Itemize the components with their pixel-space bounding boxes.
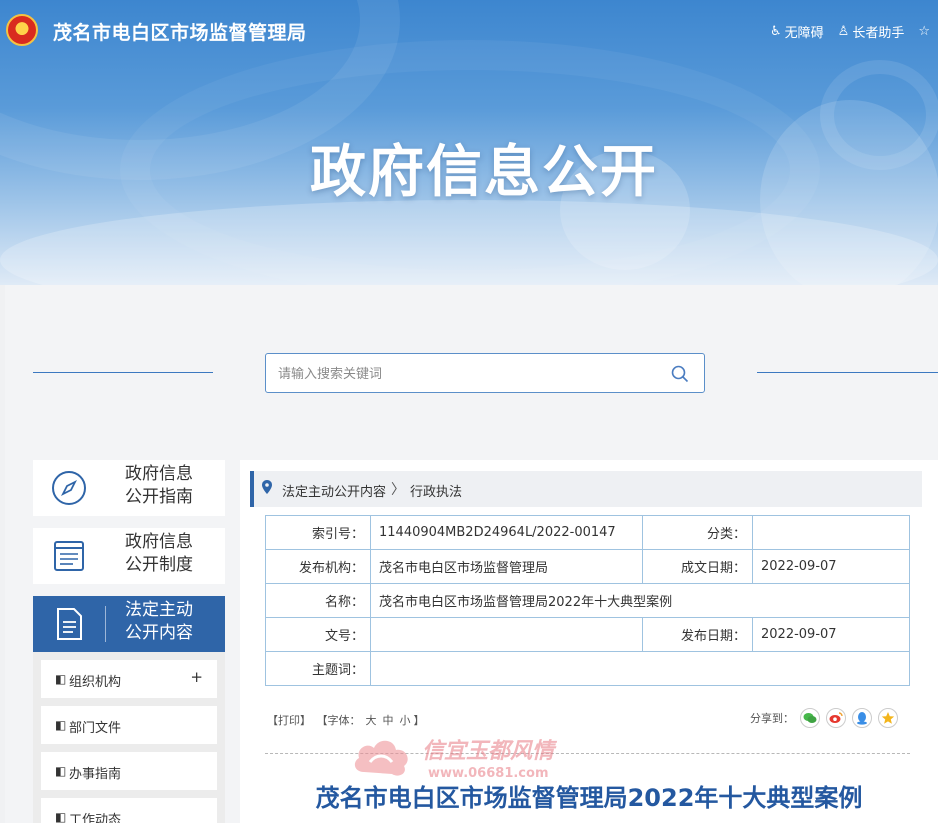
sidebar-item-label: 政府信息 公开制度 bbox=[125, 532, 193, 575]
elder-mode-link[interactable]: ♙ 长者助手 bbox=[838, 22, 905, 41]
separator bbox=[105, 606, 106, 642]
index-label: 索引号： bbox=[265, 515, 371, 550]
subject-value bbox=[370, 651, 910, 686]
font-small-button[interactable]: 小 bbox=[400, 714, 411, 727]
page-icon: ◧ bbox=[55, 672, 67, 686]
sidebar-item-label: 法定主动 公开内容 bbox=[125, 600, 193, 643]
sidebar-item-statutory-content[interactable]: 法定主动 公开内容 bbox=[33, 596, 225, 652]
divider-right bbox=[757, 372, 938, 373]
published-date-value: 2022-09-07 bbox=[752, 617, 910, 652]
created-date-value: 2022-09-07 bbox=[752, 549, 910, 584]
doc-number-value bbox=[370, 617, 643, 652]
qq-share-icon[interactable] bbox=[852, 708, 872, 728]
breadcrumb-level1[interactable]: 法定主动公开内容 bbox=[282, 481, 386, 500]
expand-icon[interactable]: + bbox=[190, 668, 203, 686]
compass-icon bbox=[52, 471, 86, 505]
sidebar-item-disclosure-guide[interactable]: 政府信息 公开指南 bbox=[33, 460, 225, 516]
page-icon: ◧ bbox=[55, 718, 67, 732]
share-label: 分享到： bbox=[750, 712, 794, 725]
print-button[interactable]: 【打印】 bbox=[267, 714, 311, 727]
elder-icon: ♙ bbox=[837, 24, 850, 39]
font-large-button[interactable]: 大 bbox=[366, 714, 377, 727]
search-icon[interactable] bbox=[670, 364, 690, 384]
site-title[interactable]: 茂名市电白区市场监督管理局 bbox=[53, 18, 307, 45]
metadata-table: 索引号： 11440904MB2D24964L/2022-00147 分类： 发… bbox=[265, 515, 910, 686]
font-size-suffix: 】 bbox=[413, 714, 425, 727]
name-label: 名称： bbox=[265, 583, 371, 618]
star-icon: ☆ bbox=[918, 24, 930, 39]
search-input[interactable] bbox=[278, 364, 658, 384]
article-tools: 【打印】 【字体： 大中小】 bbox=[267, 712, 427, 728]
category-label: 分类： bbox=[642, 515, 753, 550]
location-pin-icon bbox=[262, 480, 272, 494]
subnav-item-work-news[interactable]: ◧ 工作动态 bbox=[41, 798, 217, 823]
doc-number-label: 文号： bbox=[265, 617, 371, 652]
font-medium-button[interactable]: 中 bbox=[383, 714, 394, 727]
favorite-link[interactable]: ☆ bbox=[918, 22, 930, 41]
main-panel: 法定主动公开内容 〉 行政执法 索引号： 11440904MB2D24964L/… bbox=[240, 460, 938, 823]
banner-title: 政府信息公开 bbox=[310, 140, 658, 205]
document-list-icon bbox=[54, 541, 84, 571]
subject-label: 主题词： bbox=[265, 651, 371, 686]
page-icon: ◧ bbox=[55, 810, 67, 823]
breadcrumb: 法定主动公开内容 〉 行政执法 bbox=[250, 471, 922, 507]
publisher-label: 发布机构： bbox=[265, 549, 371, 584]
accessibility-link[interactable]: ♿ 无障碍 bbox=[770, 22, 824, 41]
created-date-label: 成文日期： bbox=[642, 549, 753, 584]
document-icon bbox=[57, 608, 82, 640]
article-title: 茂名市电白区市场监督管理局2022年十大典型案例 bbox=[315, 784, 863, 812]
publisher-value: 茂名市电白区市场监督管理局 bbox=[370, 549, 643, 584]
article-divider bbox=[265, 753, 910, 754]
header-toolbar: ♿ 无障碍 ♙ 长者助手 ☆ bbox=[770, 22, 930, 41]
divider-left bbox=[33, 372, 213, 373]
breadcrumb-level2[interactable]: 行政执法 bbox=[410, 481, 462, 500]
subnav-label: 办事指南 bbox=[69, 767, 122, 782]
subnav-label: 工作动态 bbox=[69, 813, 122, 823]
wechat-share-icon[interactable] bbox=[800, 708, 820, 728]
subnav-label: 组织机构 bbox=[69, 675, 122, 690]
subnav-item-organization[interactable]: ◧ 组织机构 + bbox=[41, 660, 217, 698]
page-icon: ◧ bbox=[55, 764, 67, 778]
category-value bbox=[752, 515, 910, 550]
name-value: 茂名市电白区市场监督管理局2022年十大典型案例 bbox=[370, 583, 910, 618]
subnav-item-service-guide[interactable]: ◧ 办事指南 bbox=[41, 752, 217, 790]
subnav-label: 部门文件 bbox=[69, 721, 122, 736]
chevron-right-icon: 〉 bbox=[391, 482, 405, 498]
sidebar-subnav: ◧ 组织机构 + ◧ 部门文件 ◧ 办事指南 ◧ 工作动态 bbox=[33, 652, 225, 823]
published-date-label: 发布日期： bbox=[642, 617, 753, 652]
national-emblem-icon: ★ bbox=[6, 14, 38, 46]
search-box bbox=[265, 353, 705, 393]
share-bar: 分享到： bbox=[750, 708, 898, 728]
font-size-prefix: 【字体： bbox=[316, 714, 361, 727]
sidebar-item-label: 政府信息 公开指南 bbox=[125, 464, 193, 507]
index-value: 11440904MB2D24964L/2022-00147 bbox=[370, 515, 643, 550]
header-banner: ★ 茂名市电白区市场监督管理局 ♿ 无障碍 ♙ 长者助手 ☆ 政府信息公开 bbox=[0, 0, 938, 285]
subnav-item-department-docs[interactable]: ◧ 部门文件 bbox=[41, 706, 217, 744]
elder-mode-label: 长者助手 bbox=[852, 26, 905, 41]
wheelchair-icon: ♿ bbox=[770, 24, 782, 39]
content-area: 政府信息公开指南 政府信息公开制度 法定主动公开内容 ◧ 组织机构 bbox=[5, 285, 938, 823]
weibo-share-icon[interactable] bbox=[826, 708, 846, 728]
qzone-share-icon[interactable] bbox=[878, 708, 898, 728]
accessibility-label: 无障碍 bbox=[784, 26, 824, 41]
sidebar-item-disclosure-system[interactable]: 政府信息 公开制度 bbox=[33, 528, 225, 584]
